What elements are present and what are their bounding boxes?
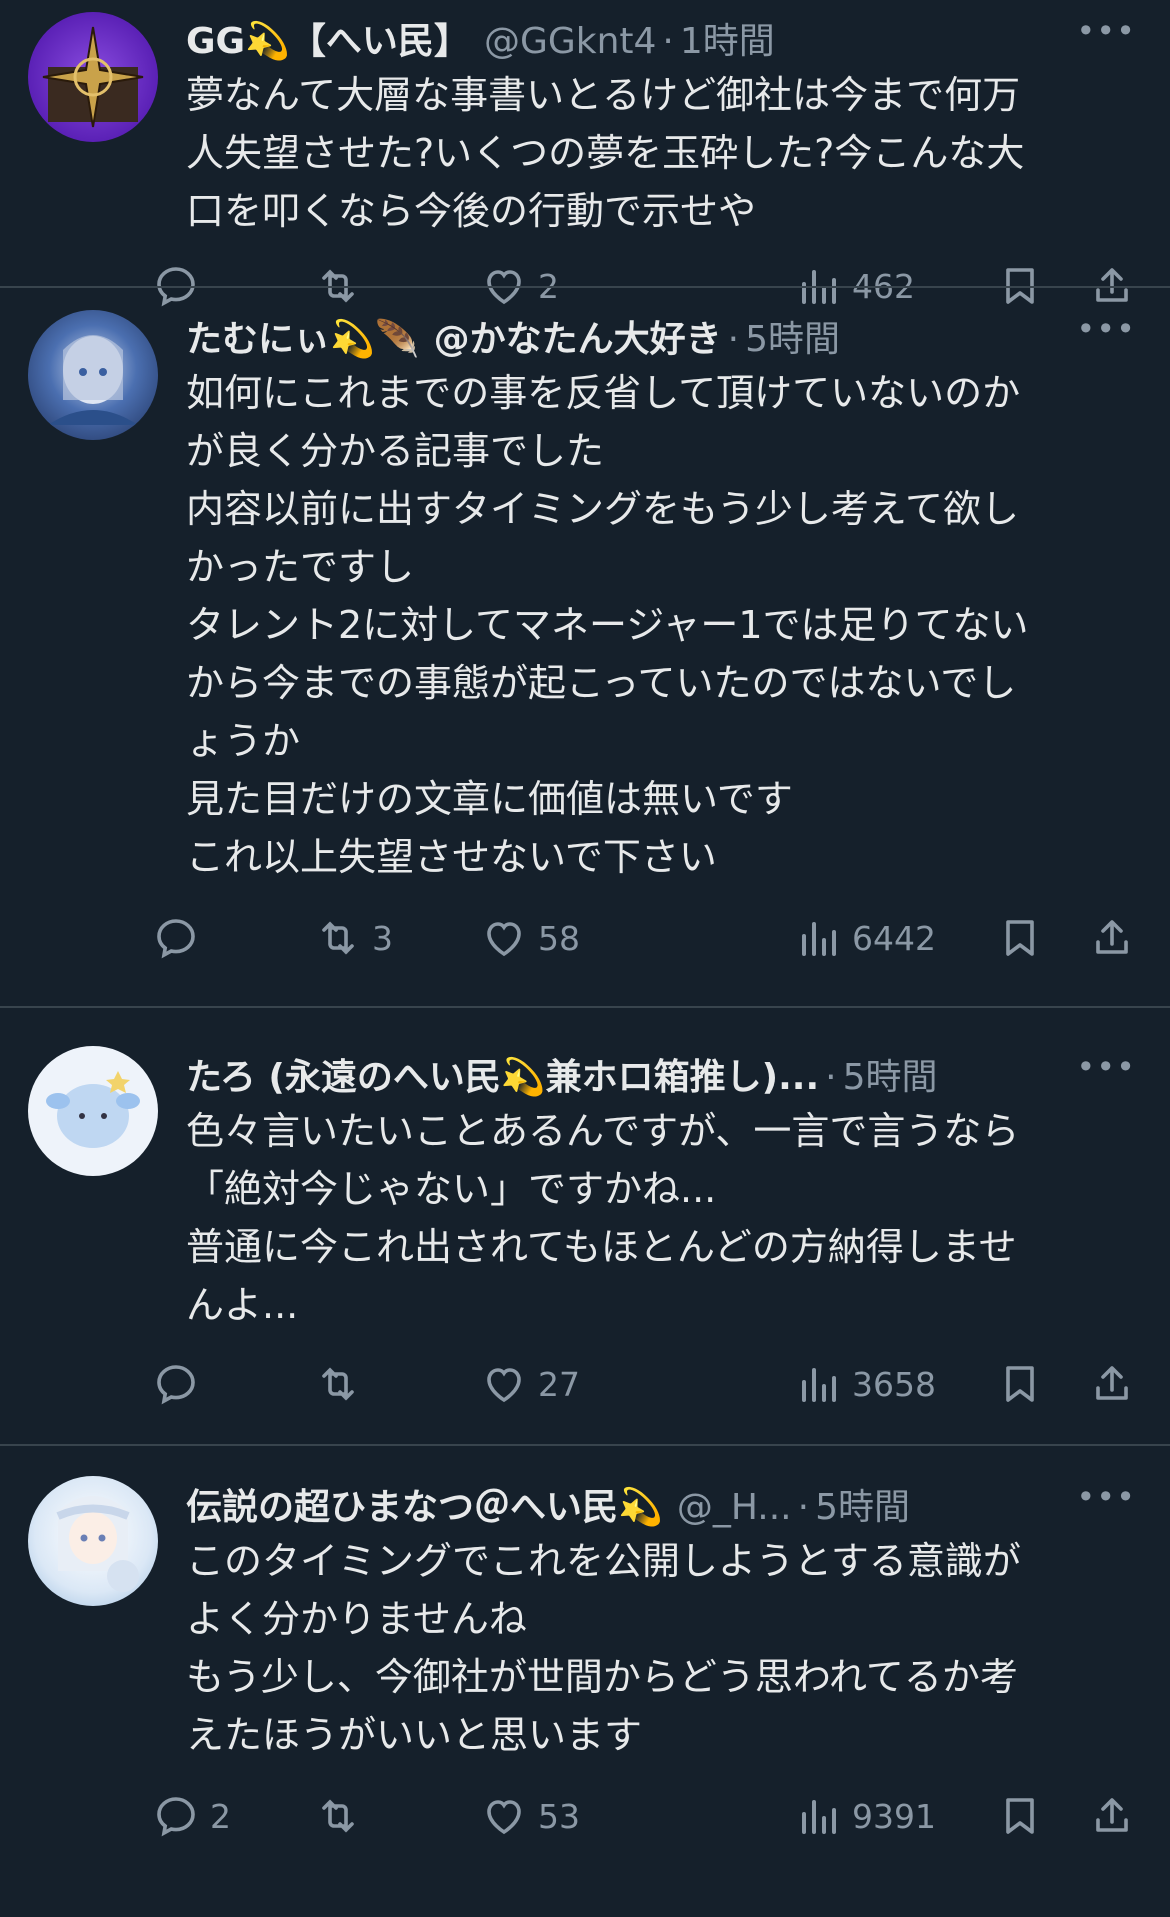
reply-tweet[interactable]: GG💫【へい民】 @GGknt4 · 1時間 ••• 夢なんて大層な事書いとるけ…	[0, 0, 1170, 307]
share-button[interactable]	[1088, 914, 1136, 962]
reply-icon	[157, 1365, 195, 1405]
view-count: 6442	[852, 918, 936, 958]
heart-icon	[487, 922, 521, 957]
tweet-header: 伝説の超ひまなつ＠へい民💫 @_H... · 5時間 •••	[186, 1478, 1170, 1528]
bookmark-icon	[1006, 1366, 1034, 1402]
avatar[interactable]	[28, 12, 158, 142]
avatar-image	[42, 26, 144, 128]
user-handle[interactable]: @_H...	[677, 1487, 792, 1528]
reply-tweet[interactable]: たむにぃ💫🪶 @かなたん大好き · 5時間 ••• 如何にこれまでの事を反省して…	[0, 286, 1170, 1006]
like-button[interactable]: 53	[480, 1792, 580, 1840]
display-name[interactable]: たむにぃ💫🪶	[186, 310, 420, 362]
retweet-button[interactable]	[314, 1360, 372, 1408]
display-name[interactable]: 伝説の超ひまなつ＠へい民💫	[186, 1478, 663, 1530]
user-handle[interactable]: @GGknt4	[484, 21, 656, 62]
like-button[interactable]: 27	[480, 1360, 580, 1408]
share-icon	[1096, 1366, 1128, 1400]
analytics-icon	[802, 1800, 836, 1834]
reply-feed: GG💫【へい民】 @GGknt4 · 1時間 ••• 夢なんて大層な事書いとるけ…	[0, 0, 1170, 1911]
heart-icon	[487, 1800, 521, 1835]
like-count: 53	[538, 1796, 580, 1836]
share-icon	[1096, 1798, 1128, 1832]
avatar[interactable]	[28, 1476, 158, 1606]
more-options-button[interactable]: •••	[1076, 1478, 1136, 1516]
reply-count: 2	[210, 1796, 231, 1836]
retweet-icon	[322, 921, 354, 955]
heart-icon	[487, 1368, 521, 1403]
view-count: 9391	[852, 1796, 936, 1836]
bookmark-button[interactable]	[996, 1360, 1044, 1408]
views-button[interactable]: 3658	[794, 1360, 936, 1408]
views-button[interactable]: 6442	[794, 914, 936, 962]
share-button[interactable]	[1088, 1792, 1136, 1840]
more-options-button[interactable]: •••	[1076, 12, 1136, 50]
tweet-text: 如何にこれまでの事を反省して頂けていないのか が良く分かる記事でした 内容以前に…	[186, 371, 1029, 879]
bookmark-icon	[1006, 920, 1034, 956]
bookmark-icon	[1006, 1798, 1034, 1834]
avatar[interactable]	[28, 1046, 158, 1176]
analytics-icon	[802, 922, 836, 956]
separator-dot: ·	[825, 1057, 837, 1098]
avatar-image	[56, 1496, 139, 1592]
reply-icon	[157, 1797, 195, 1837]
retweet-icon	[322, 1367, 354, 1401]
display-name[interactable]: たろ (永遠のへい民💫兼ホロ箱推し)...	[186, 1048, 819, 1100]
more-options-button[interactable]: •••	[1076, 1048, 1136, 1086]
share-button[interactable]	[1088, 1360, 1136, 1408]
timestamp[interactable]: 5時間	[843, 1048, 938, 1100]
analytics-icon	[802, 1368, 836, 1402]
retweet-count: 3	[372, 918, 393, 958]
like-count: 27	[538, 1364, 580, 1404]
reply-tweet[interactable]: たろ (永遠のへい民💫兼ホロ箱推し)... · 5時間 ••• 色々言いたいこと…	[0, 1006, 1170, 1444]
avatar[interactable]	[28, 310, 158, 440]
action-bar: 2 53 9391	[157, 1786, 1170, 1846]
retweet-button[interactable]	[314, 1792, 372, 1840]
separator-dot: ·	[797, 1487, 810, 1528]
views-button[interactable]: 9391	[794, 1792, 936, 1840]
timestamp[interactable]: 1時間	[680, 12, 775, 64]
timestamp[interactable]: 5時間	[745, 310, 840, 362]
action-bar: 3 58 6442	[157, 908, 1170, 968]
tweet-header: たむにぃ💫🪶 @かなたん大好き · 5時間 •••	[186, 310, 1170, 360]
reply-button[interactable]: 2	[152, 1792, 231, 1840]
separator-dot: ·	[662, 21, 674, 62]
reply-button[interactable]	[152, 914, 210, 962]
more-options-button[interactable]: •••	[1076, 310, 1136, 348]
tweet-header: たろ (永遠のへい民💫兼ホロ箱推し)... · 5時間 •••	[186, 1048, 1170, 1098]
retweet-icon	[322, 1799, 354, 1833]
retweet-button[interactable]: 3	[314, 914, 393, 962]
share-icon	[1096, 920, 1128, 954]
like-button[interactable]: 58	[480, 914, 580, 962]
display-name[interactable]: GG💫【へい民】	[186, 12, 470, 64]
action-bar: 27 3658	[157, 1354, 1170, 1414]
like-count: 58	[538, 918, 580, 958]
user-handle[interactable]: @かなたん大好き	[434, 310, 722, 362]
avatar-image	[46, 1071, 140, 1148]
bookmark-button[interactable]	[996, 914, 1044, 962]
reply-tweet[interactable]: 伝説の超ひまなつ＠へい民💫 @_H... · 5時間 ••• このタイミングでこ…	[0, 1444, 1170, 1911]
timestamp[interactable]: 5時間	[815, 1478, 910, 1530]
reply-icon	[157, 919, 195, 959]
avatar-image	[48, 335, 138, 425]
tweet-text: 夢なんて大層な事書いとるけど御社は今まで何万 人失望させた?いくつの夢を玉砕した…	[186, 73, 1025, 233]
tweet-text: このタイミングでこれを公開しようとする意識が よく分かりませんね もう少し、今御…	[186, 1539, 1021, 1757]
separator-dot: ·	[727, 319, 740, 360]
view-count: 3658	[852, 1364, 936, 1404]
reply-button[interactable]	[152, 1360, 210, 1408]
tweet-text: 色々言いたいことあるんですが、一言で言うなら 「絶対今じゃない」ですかね... …	[186, 1109, 1020, 1327]
tweet-header: GG💫【へい民】 @GGknt4 · 1時間 •••	[186, 12, 1170, 62]
bookmark-button[interactable]	[996, 1792, 1044, 1840]
